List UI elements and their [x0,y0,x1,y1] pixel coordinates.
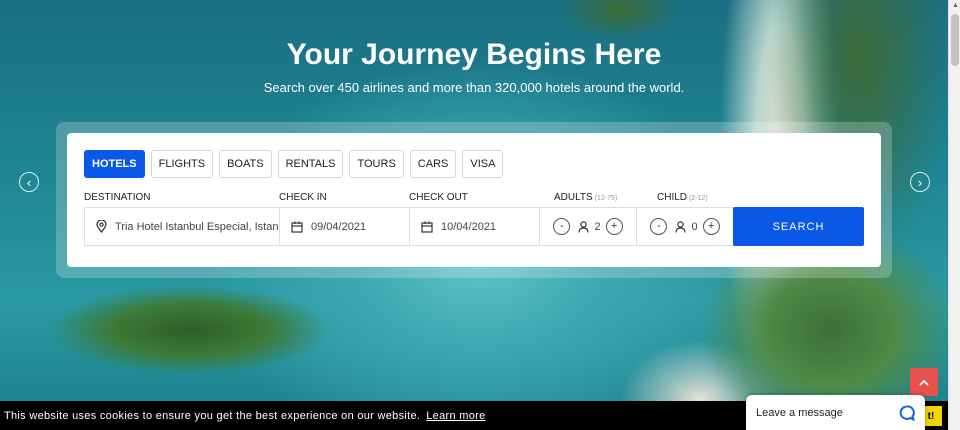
child-label-text: CHILD [657,192,688,203]
checkin-field[interactable]: 09/04/2021 [279,207,410,246]
destination-input[interactable]: Tria Hotel Istanbul Especial, Istan [115,221,278,233]
cookie-learn-more-link[interactable]: Learn more [426,410,485,422]
scroll-up-arrow-icon[interactable]: ▲ [952,2,959,9]
chat-label: Leave a message [756,406,843,419]
child-value: 0 [691,220,698,233]
person-icon [578,220,590,233]
checkout-input[interactable]: 10/04/2021 [441,221,496,233]
tab-tours[interactable]: TOURS [349,150,404,178]
adults-value: 2 [594,220,601,233]
destination-field[interactable]: Tria Hotel Istanbul Especial, Istan [84,207,280,246]
child-decrement-button[interactable]: - [650,218,668,235]
scrollbar-thumb[interactable] [951,14,959,66]
tab-cars[interactable]: CARS [409,150,457,178]
calendar-icon [421,221,433,233]
child-range: (2-12) [689,195,708,202]
page-scrollbar[interactable]: ▲ [948,0,960,430]
destination-label: DESTINATION [84,192,151,203]
search-fields: Tria Hotel Istanbul Especial, Istan 09/0… [84,207,864,246]
search-button[interactable]: SEARCH [733,207,864,246]
adults-increment-button[interactable]: + [605,218,623,235]
checkout-label: CHECK OUT [409,192,468,203]
search-panel: HOTELS FLIGHTS BOATS RENTALS TOURS CARS … [67,133,881,267]
cookie-text: This website uses cookies to ensure you … [4,409,421,422]
child-label: CHILD (2-12) [657,192,708,203]
checkout-field[interactable]: 10/04/2021 [409,207,540,246]
child-increment-button[interactable]: + [702,218,720,235]
hero-background: Your Journey Begins Here Search over 450… [0,0,948,430]
carousel-prev-button[interactable]: ‹ [19,172,39,192]
checkin-label: CHECK IN [279,192,327,203]
search-tabs: HOTELS FLIGHTS BOATS RENTALS TOURS CARS … [84,150,504,178]
tab-flights[interactable]: FLIGHTS [150,150,214,178]
person-icon [675,220,687,233]
checkin-input[interactable]: 09/04/2021 [311,221,366,233]
adults-label: ADULTS (12-75) [554,192,617,203]
hero-title: Your Journey Begins Here [286,38,662,71]
adults-decrement-button[interactable]: - [553,218,571,235]
chevron-right-icon: › [917,174,923,190]
adults-label-text: ADULTS [554,192,593,203]
tab-rentals[interactable]: RENTALS [277,150,344,178]
scroll-to-top-button[interactable] [910,368,938,396]
hero-subtitle: Search over 450 airlines and more than 3… [263,80,685,95]
chevron-left-icon: ‹ [26,174,32,190]
location-pin-icon [96,220,107,233]
carousel-next-button[interactable]: › [910,172,930,192]
tab-hotels[interactable]: HOTELS [84,150,145,178]
chat-bubble-icon [899,405,915,421]
chat-widget[interactable]: Leave a message [746,395,925,430]
calendar-icon [291,221,303,233]
adults-stepper: - 2 + [539,207,637,246]
tab-visa[interactable]: VISA [462,150,504,178]
tab-boats[interactable]: BOATS [219,150,272,178]
chevron-up-icon [919,373,929,391]
adults-range: (12-75) [594,195,618,202]
child-stepper: - 0 + [636,207,734,246]
